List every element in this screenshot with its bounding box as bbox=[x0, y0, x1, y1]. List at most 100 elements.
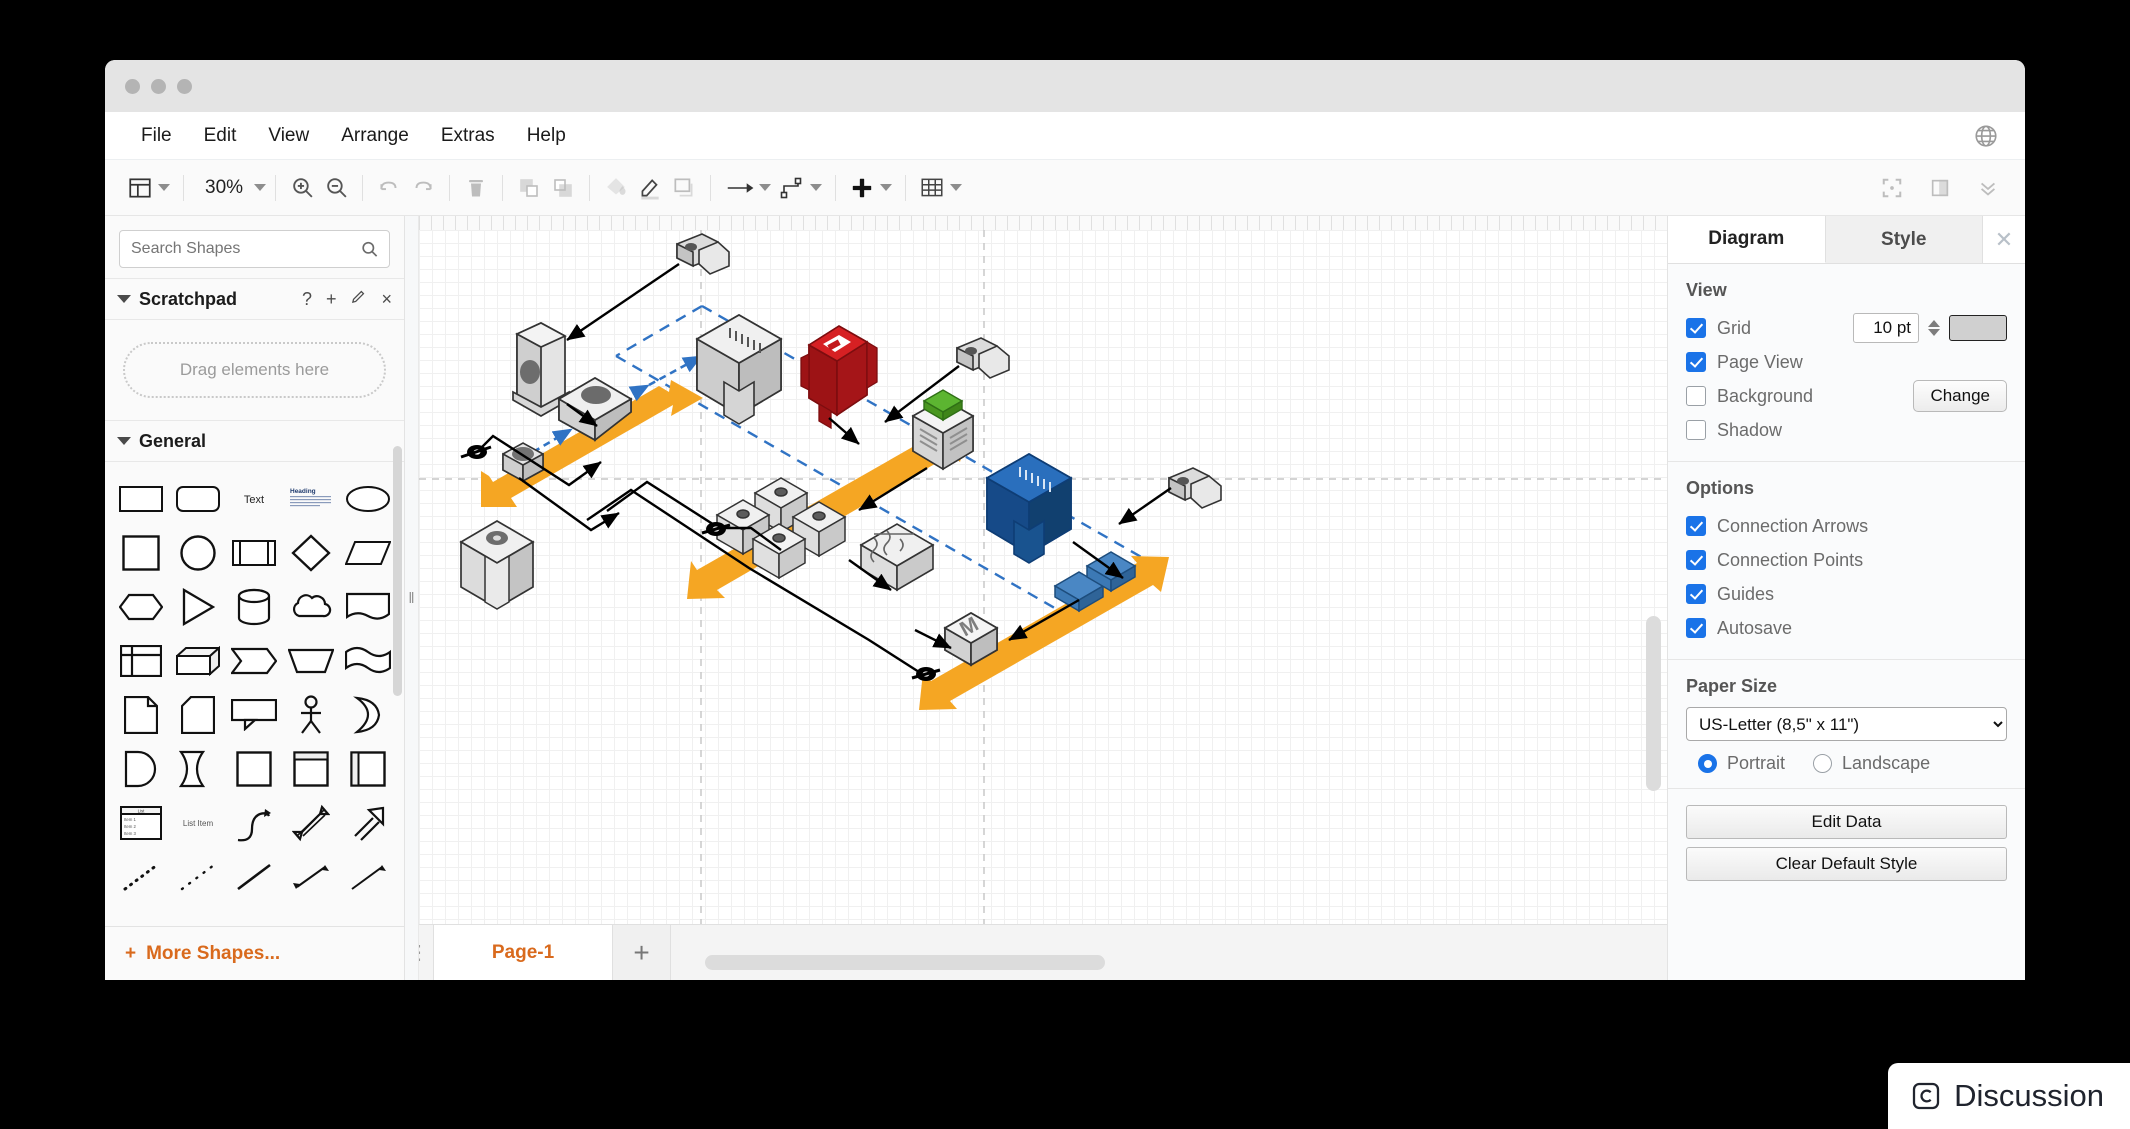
menu-arrange[interactable]: Arrange bbox=[327, 120, 423, 152]
window-minimize-button[interactable] bbox=[151, 78, 166, 94]
shape-list-item[interactable]: List Item bbox=[170, 798, 227, 848]
zoom-dropdown-icon[interactable] bbox=[254, 184, 267, 191]
option-page-view[interactable]: Page View bbox=[1686, 345, 2007, 379]
shapes-panel-scrollbar[interactable] bbox=[393, 446, 402, 696]
line-color-icon[interactable] bbox=[633, 169, 667, 207]
connection-style-icon[interactable] bbox=[775, 169, 826, 207]
menu-extras[interactable]: Extras bbox=[427, 120, 509, 152]
shape-process[interactable] bbox=[226, 528, 283, 578]
paper-size-select[interactable]: US-Letter (8,5" x 11") bbox=[1686, 707, 2007, 741]
window-maximize-button[interactable] bbox=[177, 78, 192, 94]
shape-card[interactable] bbox=[170, 690, 227, 740]
shape-cylinder[interactable] bbox=[226, 582, 283, 632]
help-icon[interactable]: ? bbox=[302, 289, 312, 310]
canvas-vertical-scrollbar[interactable] bbox=[1646, 616, 1661, 791]
search-shapes-box[interactable] bbox=[119, 230, 390, 268]
send-to-back-icon[interactable] bbox=[546, 169, 580, 207]
shape-list[interactable]: List Item 1 Item 2 Item 3 bbox=[113, 798, 170, 848]
page-tab-page-1[interactable]: Page-1 bbox=[433, 925, 613, 980]
shape-delay[interactable] bbox=[170, 744, 227, 794]
guides-checkbox[interactable] bbox=[1686, 584, 1706, 604]
shape-dashed-line[interactable] bbox=[170, 852, 227, 902]
chevron-down-icon[interactable] bbox=[117, 295, 131, 303]
option-guides[interactable]: Guides bbox=[1686, 577, 2007, 611]
shape-internal-storage[interactable] bbox=[113, 636, 170, 686]
globe-icon[interactable] bbox=[1973, 123, 1999, 149]
shape-actor[interactable] bbox=[283, 690, 340, 740]
menu-edit[interactable]: Edit bbox=[190, 120, 251, 152]
general-shapes-header[interactable]: General bbox=[105, 420, 404, 462]
shape-sum[interactable] bbox=[113, 744, 170, 794]
plus-icon[interactable] bbox=[845, 169, 896, 207]
menu-file[interactable]: File bbox=[127, 120, 186, 152]
shape-cloud[interactable] bbox=[283, 582, 340, 632]
stepper-up-icon[interactable] bbox=[1928, 320, 1940, 327]
add-page-button[interactable]: + bbox=[613, 925, 671, 980]
clear-default-style-button[interactable]: Clear Default Style bbox=[1686, 847, 2007, 881]
shape-line[interactable] bbox=[226, 852, 283, 902]
bring-to-front-icon[interactable] bbox=[512, 169, 546, 207]
shape-hexagon[interactable] bbox=[113, 582, 170, 632]
option-connection-arrows[interactable]: Connection Arrows bbox=[1686, 509, 2007, 543]
menu-help[interactable]: Help bbox=[513, 120, 580, 152]
format-panel-icon[interactable] bbox=[1923, 169, 1957, 207]
scratchpad-header[interactable]: Scratchpad ? + × bbox=[105, 278, 404, 320]
table-icon[interactable] bbox=[915, 169, 966, 207]
option-connection-points[interactable]: Connection Points bbox=[1686, 543, 2007, 577]
shape-text[interactable]: Text bbox=[226, 474, 283, 524]
shape-rectangle[interactable] bbox=[113, 474, 170, 524]
shape-horizontal-container[interactable] bbox=[283, 744, 340, 794]
shape-rounded-rectangle[interactable] bbox=[170, 474, 227, 524]
option-background[interactable]: Background Change bbox=[1686, 379, 2007, 413]
grid-color-swatch[interactable] bbox=[1949, 315, 2007, 341]
shape-square[interactable] bbox=[113, 528, 170, 578]
redo-icon[interactable] bbox=[406, 169, 440, 207]
trash-icon[interactable] bbox=[459, 169, 493, 207]
fill-color-icon[interactable] bbox=[599, 169, 633, 207]
shadow-checkbox[interactable] bbox=[1686, 420, 1706, 440]
shape-block-arrow[interactable] bbox=[339, 798, 396, 848]
chevron-down-icon[interactable] bbox=[158, 184, 170, 191]
zoom-level-label[interactable]: 30% bbox=[193, 177, 249, 199]
grid-size-stepper[interactable] bbox=[1928, 320, 1940, 336]
shape-directional-connector[interactable] bbox=[339, 852, 396, 902]
shape-ellipse[interactable] bbox=[339, 474, 396, 524]
window-close-button[interactable] bbox=[125, 78, 140, 94]
connection-points-checkbox[interactable] bbox=[1686, 550, 1706, 570]
shape-vertical-container[interactable] bbox=[339, 744, 396, 794]
shape-diamond[interactable] bbox=[283, 528, 340, 578]
canvas-area[interactable]: ‖ M bbox=[405, 216, 1667, 980]
view-layout-icon[interactable] bbox=[123, 169, 174, 207]
tab-diagram[interactable]: Diagram bbox=[1668, 216, 1826, 263]
chevron-down-icon[interactable] bbox=[880, 184, 893, 191]
grid-checkbox[interactable] bbox=[1686, 318, 1706, 338]
search-input[interactable] bbox=[131, 240, 355, 258]
edit-data-button[interactable]: Edit Data bbox=[1686, 805, 2007, 839]
shape-or[interactable] bbox=[339, 690, 396, 740]
shape-trapezoid[interactable] bbox=[283, 636, 340, 686]
shape-textbox[interactable]: Heading bbox=[283, 474, 340, 524]
background-checkbox[interactable] bbox=[1686, 386, 1706, 406]
tab-style[interactable]: Style bbox=[1825, 216, 1983, 263]
canvas-horizontal-scrollbar[interactable] bbox=[705, 955, 1105, 970]
chevron-down-icon[interactable] bbox=[117, 437, 131, 445]
shadow-icon[interactable] bbox=[667, 169, 701, 207]
shape-cube[interactable] bbox=[170, 636, 227, 686]
chevron-down-icon[interactable] bbox=[810, 184, 823, 191]
canvas-scroll-container[interactable]: M bbox=[419, 230, 1667, 980]
canvas-grid-surface[interactable]: M bbox=[419, 230, 1667, 980]
close-icon[interactable]: × bbox=[381, 289, 392, 310]
isometric-network-diagram[interactable]: M bbox=[419, 230, 1667, 980]
shape-document[interactable] bbox=[339, 582, 396, 632]
add-icon[interactable]: + bbox=[326, 289, 337, 310]
zoom-in-icon[interactable] bbox=[285, 169, 319, 207]
shape-parallelogram[interactable] bbox=[339, 528, 396, 578]
shape-note[interactable] bbox=[113, 690, 170, 740]
shape-tape[interactable] bbox=[339, 636, 396, 686]
shape-callout[interactable] bbox=[226, 690, 283, 740]
undo-icon[interactable] bbox=[372, 169, 406, 207]
shape-container[interactable] bbox=[226, 744, 283, 794]
shape-triangle[interactable] bbox=[170, 582, 227, 632]
scratchpad-dropzone[interactable]: Drag elements here bbox=[123, 342, 386, 398]
discussion-widget[interactable]: Discussion bbox=[1888, 1063, 2130, 1129]
